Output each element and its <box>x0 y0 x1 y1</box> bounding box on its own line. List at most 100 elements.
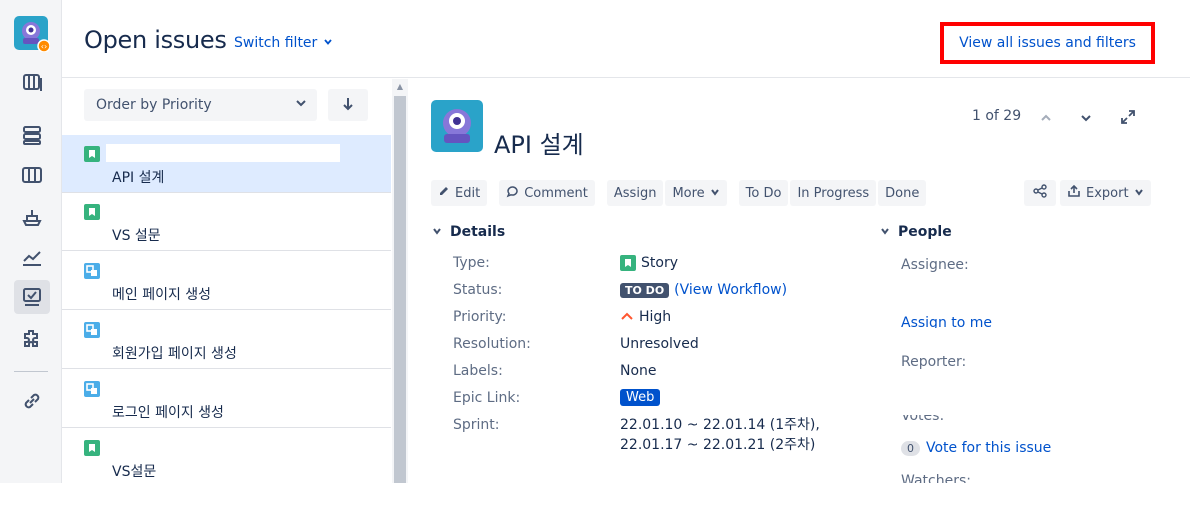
issue-title: API 설계 <box>494 131 584 159</box>
chevron-down-icon <box>295 97 307 113</box>
issue-toolbar-right: Export <box>1024 180 1153 206</box>
chevron-down-icon <box>880 224 890 240</box>
sort-direction-button[interactable] <box>328 89 368 121</box>
subtask-icon <box>84 263 100 279</box>
addon-icon[interactable] <box>19 326 45 352</box>
story-icon <box>84 204 100 220</box>
resolution-value: Unresolved <box>620 336 699 352</box>
assignee-label: Assignee: <box>901 257 969 273</box>
switch-filter-label: Switch filter <box>234 35 318 51</box>
status-value: TO DO (View Workflow) <box>620 282 787 298</box>
vote-button[interactable]: 0 Vote for this issue <box>901 440 1051 456</box>
issue-list-item[interactable]: 로그인 페이지 생성 <box>62 370 391 428</box>
order-by-select[interactable]: Order by Priority <box>84 89 317 121</box>
previous-issue-chevron-up-icon[interactable] <box>1040 109 1052 128</box>
more-button[interactable]: More <box>665 180 727 206</box>
sprint-label: Sprint: <box>453 417 500 433</box>
chevron-down-icon <box>1134 186 1144 201</box>
sprint-value: 22.01.10 ~ 22.01.14 (1주차), 22.01.17 ~ 22… <box>620 417 820 453</box>
issue-list-item[interactable]: API 설계 <box>62 135 391 193</box>
nav-separator <box>14 371 48 372</box>
page-header: Open issues Switch filter View all issue… <box>62 0 1190 78</box>
edit-label: Edit <box>455 185 481 201</box>
issue-detail-panel: API 설계 1 of 29 Edit Comment Assign More <box>410 79 1190 483</box>
share-button[interactable] <box>1024 180 1056 206</box>
backlog-icon[interactable] <box>19 122 45 148</box>
releases-icon[interactable] <box>19 203 45 229</box>
chevron-down-icon <box>323 35 333 51</box>
view-all-issues-link[interactable]: View all issues and filters <box>940 22 1155 64</box>
issue-summary: VS설문 <box>112 464 157 480</box>
in-progress-button[interactable]: In Progress <box>790 180 877 206</box>
people-heading: People <box>898 224 952 240</box>
issue-project-avatar <box>431 100 483 152</box>
link-icon[interactable] <box>19 388 45 414</box>
export-label: Export <box>1086 185 1129 201</box>
priority-high-icon <box>620 309 634 325</box>
issue-list-item[interactable]: VS 설문 <box>62 193 391 251</box>
reports-icon[interactable] <box>19 244 45 270</box>
chevron-down-icon <box>710 186 720 201</box>
global-sidebar: ‹› <box>0 0 62 483</box>
story-icon <box>620 255 636 271</box>
assign-button[interactable]: Assign <box>606 180 664 206</box>
epic-lozenge[interactable]: Web <box>620 389 661 406</box>
issue-list-item[interactable]: VS설문 <box>62 429 391 483</box>
board-icon[interactable] <box>19 162 45 188</box>
next-issue-chevron-down-icon[interactable] <box>1080 109 1092 128</box>
vote-count-badge: 0 <box>901 441 920 456</box>
issue-summary: VS 설문 <box>112 228 161 244</box>
issue-list-item[interactable]: 메인 페이지 생성 <box>62 252 391 310</box>
export-icon <box>1067 184 1081 202</box>
pencil-icon <box>438 185 450 201</box>
type-text: Story <box>641 255 678 271</box>
list-scrollbar-thumb[interactable] <box>394 96 406 483</box>
page-title: Open issues <box>84 26 227 54</box>
status-label: Status: <box>453 282 503 298</box>
story-icon <box>84 440 100 456</box>
order-by-label: Order by Priority <box>96 97 212 113</box>
edit-button[interactable]: Edit <box>431 180 488 206</box>
people-section-toggle[interactable]: People <box>880 224 952 240</box>
issue-list-panel: Order by Priority API 설계 VS 설문 메인 페이지 생성… <box>62 79 410 483</box>
expand-icon[interactable] <box>1120 109 1136 129</box>
export-button[interactable]: Export <box>1060 180 1151 206</box>
comment-button[interactable]: Comment <box>499 180 595 206</box>
priority-label: Priority: <box>453 309 507 325</box>
type-label: Type: <box>453 255 490 271</box>
issue-summary: 메인 페이지 생성 <box>112 287 212 303</box>
roadmap-icon[interactable] <box>19 70 45 96</box>
issue-list-item[interactable]: 회원가입 페이지 생성 <box>62 311 391 369</box>
switch-filter-button[interactable]: Switch filter <box>234 35 333 51</box>
issue-pager: 1 of 29 <box>972 108 1022 124</box>
assign-to-me-link[interactable]: Assign to me <box>901 311 992 328</box>
svg-text:‹›: ‹› <box>41 42 47 51</box>
project-avatar[interactable]: ‹› <box>14 16 51 53</box>
vote-link: Vote for this issue <box>926 440 1052 456</box>
issue-toolbar: Edit Comment Assign More To Do In Progre… <box>431 180 938 206</box>
subtask-icon <box>84 322 100 338</box>
view-workflow-link[interactable]: (View Workflow) <box>674 282 787 298</box>
votes-label-wrap: Votes: <box>901 415 944 428</box>
scroll-up-arrow-icon[interactable]: ▲ <box>394 82 406 92</box>
issues-icon[interactable] <box>14 280 50 314</box>
priority-text: High <box>639 309 672 325</box>
resolution-label: Resolution: <box>453 336 531 352</box>
reporter-label: Reporter: <box>901 354 967 370</box>
chevron-down-icon <box>432 224 442 240</box>
issue-summary: 회원가입 페이지 생성 <box>112 346 237 362</box>
issue-summary: API 설계 <box>112 170 165 186</box>
labels-label: Labels: <box>453 363 503 379</box>
details-section-toggle[interactable]: Details <box>432 224 505 240</box>
type-value: Story <box>620 255 678 271</box>
comment-label: Comment <box>524 185 588 201</box>
share-icon <box>1033 184 1047 202</box>
status-lozenge: TO DO <box>620 282 670 298</box>
assign-to-me-text: Assign to me <box>901 315 993 328</box>
arrow-down-icon <box>341 96 355 115</box>
labels-value: None <box>620 363 657 379</box>
issue-summary: 로그인 페이지 생성 <box>112 405 224 421</box>
subtask-icon <box>84 381 100 397</box>
done-button[interactable]: Done <box>878 180 927 206</box>
to-do-button[interactable]: To Do <box>738 180 789 206</box>
